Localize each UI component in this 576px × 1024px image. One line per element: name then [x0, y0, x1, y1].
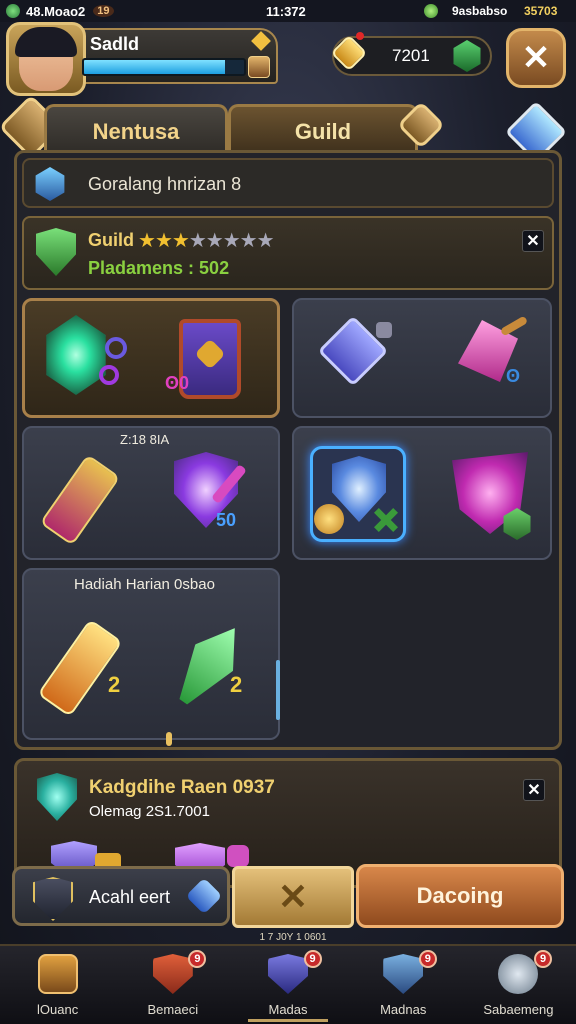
nav-item-rewards[interactable]: 9 Bemaeci	[115, 946, 230, 1024]
notification-dot-icon	[356, 32, 364, 40]
card-caption: Hadiah Harian 0sbao	[74, 576, 215, 593]
treasure-chest-icon	[37, 954, 78, 994]
blue-gem-icon	[35, 167, 65, 201]
tab-nentusa[interactable]: Nentusa	[44, 104, 228, 156]
nav-badge: 9	[188, 950, 207, 968]
gem-currency-icon	[424, 4, 438, 18]
shield-badge: 50	[216, 510, 237, 530]
ring-icon	[105, 337, 127, 359]
rating-star-icon: ★	[256, 230, 275, 252]
status-time: 11:372	[266, 3, 306, 19]
emerald-gem-icon	[46, 315, 106, 395]
rating-star-icon: ★	[188, 230, 207, 252]
nav-badge: 9	[303, 950, 322, 968]
crossed-swords-icon	[33, 877, 73, 921]
guild-row-close-button[interactable]: ✕	[522, 230, 544, 252]
settings-orb-icon	[498, 954, 539, 994]
axe-handle-icon	[499, 315, 529, 337]
nav-label: Sabaemeng	[483, 1002, 554, 1017]
item-card[interactable]: ʘ	[292, 298, 552, 418]
nav-label: Madas	[268, 1002, 308, 1017]
nav-badge: 9	[534, 950, 553, 968]
item-card[interactable]	[292, 426, 552, 560]
nav-label: lOuanc	[37, 1002, 79, 1017]
rating-star-icon: ★	[222, 230, 241, 252]
nav-label: Madnas	[380, 1002, 427, 1017]
globe-icon	[6, 4, 20, 18]
guild-star-rating: ★★★★★★★★	[138, 228, 274, 253]
status-right-value: 35703	[524, 4, 558, 18]
action-left-button[interactable]: Acahl eert	[12, 866, 230, 926]
nav-item-shop[interactable]: lOuanc	[0, 946, 115, 1024]
rating-star-icon: ★	[138, 230, 156, 252]
nav-item-settings[interactable]: 9 Sabaemeng	[461, 946, 576, 1024]
cancel-button[interactable]: ✕	[232, 866, 354, 928]
card-caption: Z:18 8IA	[120, 432, 170, 447]
action-left-label: Acahl eert	[89, 887, 171, 907]
status-right-text: 9asbabso	[452, 4, 508, 18]
avatar-hair	[15, 27, 77, 57]
rating-star-icon: ★	[205, 230, 224, 252]
nav-badge: 9	[418, 950, 437, 968]
player-name: Sadld	[90, 34, 140, 54]
avatar[interactable]	[6, 22, 86, 96]
blue-crest-icon	[383, 954, 424, 994]
green-sword-count: 2	[230, 672, 243, 697]
green-shield-icon	[36, 228, 76, 276]
rating-star-icon: ★	[239, 230, 258, 252]
blue-gem-icon	[185, 877, 223, 915]
status-left-text: 48.Moao2	[26, 3, 86, 19]
guild-name: Guild	[88, 230, 134, 250]
reward-subtitle: Olemag 2S1.7001	[89, 803, 210, 820]
item-card[interactable]: ʘ0	[22, 298, 280, 418]
close-button[interactable]: ✕	[506, 28, 566, 88]
banner-badge: ʘ0	[165, 373, 190, 393]
nav-label: Bemaeci	[147, 1002, 199, 1017]
item-card[interactable]: Z:18 8IA 50	[22, 426, 280, 560]
reward-close-button[interactable]: ✕	[523, 779, 545, 801]
purple-crest-icon	[268, 954, 308, 994]
nav-item-missions[interactable]: 9 Madnas	[346, 946, 461, 1024]
golden-sword-count: 2	[108, 672, 121, 697]
action-subtext: 1 7 J0Y 1 0601	[259, 932, 327, 943]
teal-shield-icon	[37, 773, 77, 821]
info-row-text: Goralang hnrizan 8	[88, 174, 242, 194]
reward-title: Kadgdihe Raen 0937	[89, 777, 275, 798]
info-row: Goralang hnrizan 8	[22, 158, 554, 208]
tab-guild[interactable]: Guild	[228, 104, 418, 156]
item-card[interactable]: Hadiah Harian 0sbao 2 2	[22, 568, 280, 740]
pink-reward-icon	[227, 845, 249, 867]
ring-icon	[99, 365, 119, 385]
trophy-shield-icon	[152, 954, 193, 994]
guild-info-row: Guild ★★★★★★★★ Pladamens : 502 ✕	[22, 216, 554, 290]
resource-value: 7201	[392, 46, 430, 65]
nav-item-guild[interactable]: 9 Madas	[230, 946, 345, 1024]
rating-star-icon: ★	[171, 230, 190, 252]
nav-active-indicator	[248, 1019, 328, 1022]
bottom-nav: lOuanc 9 Bemaeci 9 Madas 9 Madnas 9 Saba…	[0, 944, 576, 1024]
status-left-badge: 19	[93, 5, 114, 17]
guild-subtitle: Pladamens : 502	[88, 258, 230, 278]
xp-bar	[82, 58, 246, 76]
red-crystal-sword-icon	[39, 454, 121, 546]
status-bar: 48.Moao2 19 11:372 9asbabso 35703	[0, 0, 576, 22]
confirm-button[interactable]: Dacoing	[356, 864, 564, 928]
rank-badge-icon	[248, 56, 270, 78]
gold-coin-icon	[314, 504, 344, 534]
axe-badge: ʘ	[506, 366, 521, 386]
scrollbar[interactable]	[276, 660, 280, 720]
potion-cork-icon	[376, 322, 392, 338]
green-crystal-sword-icon	[164, 615, 253, 715]
golden-sword-icon	[37, 618, 123, 718]
rating-star-icon: ★	[154, 230, 173, 252]
xp-bar-fill	[84, 60, 225, 74]
scroll-indicator-icon	[166, 732, 172, 746]
